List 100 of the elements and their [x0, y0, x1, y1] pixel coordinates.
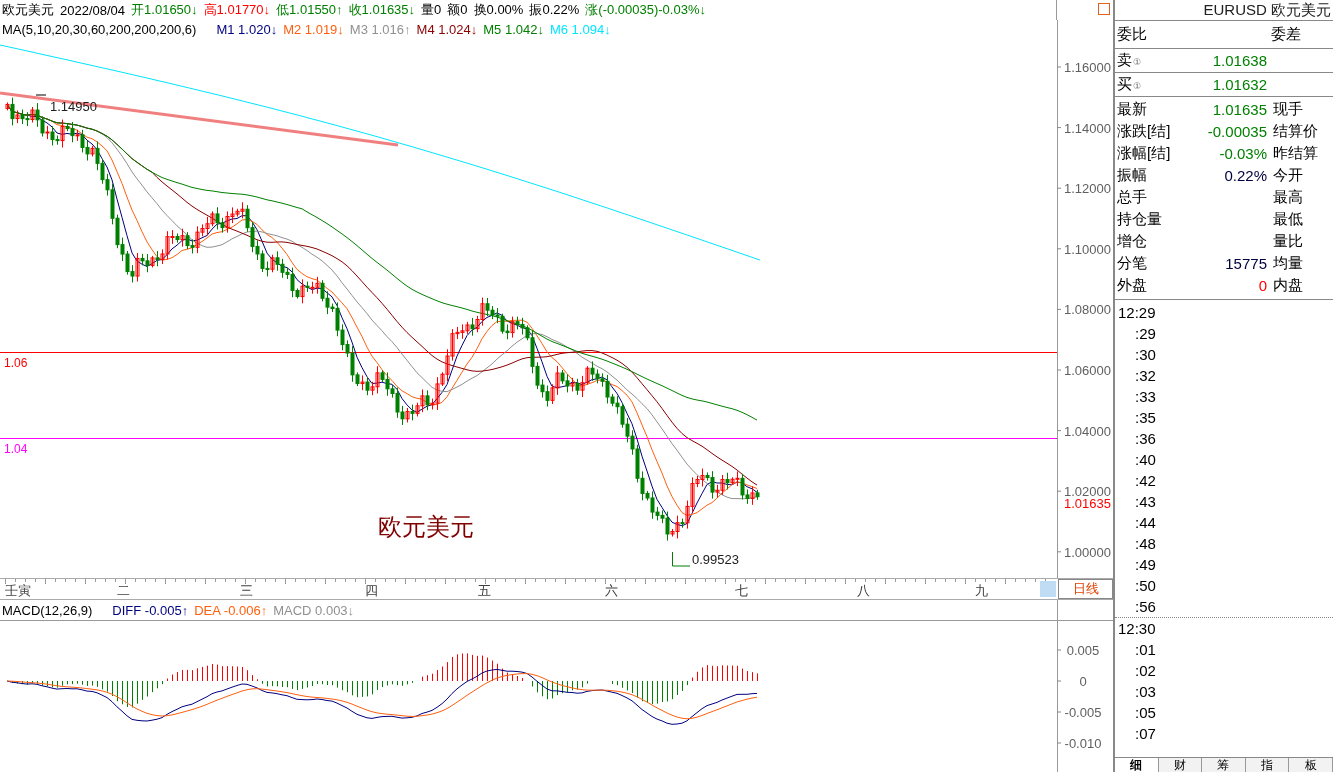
field-label: 最低 — [1273, 209, 1304, 229]
instrument-name: 欧元美元 — [2, 1, 54, 19]
macd-legend-item: MACD 0.003↓ — [273, 602, 355, 618]
time-axis-label: 七 — [735, 583, 748, 598]
leader-line — [672, 551, 691, 567]
field-value: -0.03% — [1218, 144, 1268, 162]
field-label: 增仓 — [1117, 231, 1148, 251]
field-label: 内盘 — [1273, 275, 1304, 295]
tick-time: :43 — [1134, 492, 1157, 512]
field-label: 委差 — [1271, 25, 1302, 44]
period-button[interactable]: 日线 — [1058, 579, 1113, 599]
field-label: 分笔 — [1117, 253, 1148, 273]
tick-time: :05 — [1134, 703, 1157, 723]
ma-legend-item: M3 1.016↑ — [349, 21, 411, 37]
field-label: 今开 — [1273, 165, 1304, 185]
tick-time: :03 — [1134, 682, 1157, 702]
time-axis-label: 九 — [975, 583, 988, 598]
scroll-handle[interactable] — [1040, 581, 1056, 597]
panel-tab[interactable]: 细 — [1115, 758, 1159, 772]
field-label: 买 — [1117, 75, 1132, 92]
circled-number-label: ① — [1133, 81, 1142, 91]
tick-time: :32 — [1134, 366, 1157, 386]
ma-legend-item: M6 1.094↓ — [549, 21, 611, 37]
macd-legend-item: DIFF -0.005↑ — [112, 602, 189, 618]
circled-number-label: ① — [1133, 57, 1142, 67]
time-axis-label: 三 — [240, 583, 253, 598]
quote-field: 高1.01770↓ — [203, 1, 271, 19]
tick-time: :33 — [1134, 387, 1157, 407]
ma-legend-item: M4 1.024↓ — [416, 21, 478, 37]
field-label: 昨结算 — [1273, 143, 1319, 163]
field-value: 1.01635 — [1211, 100, 1268, 118]
ma-legend-item: M5 1.042↓ — [483, 21, 544, 37]
price-axis-label: 1.08000 — [1064, 302, 1111, 318]
field-value: -0.00035 — [1206, 122, 1268, 140]
field-label: 最高 — [1273, 187, 1304, 207]
field-label: 结算价 — [1273, 121, 1319, 141]
time-axis-label: 六 — [605, 583, 618, 598]
tick-time: :30 — [1134, 345, 1157, 365]
macd-axis-label: 0.005 — [1066, 643, 1100, 658]
tick-time: :36 — [1134, 429, 1157, 449]
tick-time: :44 — [1134, 513, 1157, 533]
quote-field: 收1.01635↓ — [348, 1, 416, 19]
tick-time: :07 — [1134, 724, 1157, 744]
field-value: 15775 — [1224, 254, 1268, 272]
window-toggle-icon[interactable] — [1098, 3, 1110, 15]
ma-legend-item: M1 1.020↓ — [216, 21, 278, 37]
level-label: 1.04 — [4, 442, 28, 456]
field-label: 最新 — [1117, 99, 1148, 119]
ma-legend-item: M2 1.019↓ — [283, 21, 344, 37]
quote-field: 量0 — [421, 1, 442, 19]
price-axis-label: 1.16000 — [1064, 60, 1111, 75]
time-axis-label: 壬寅 — [5, 583, 31, 598]
date-label: 2022/08/04 — [60, 2, 126, 18]
macd-axis-label: -0.005 — [1064, 705, 1102, 720]
quote-field: 涨(-0.00035)-0.03%↓ — [585, 1, 706, 19]
macd-legend-item: DEA -0.006↑ — [194, 602, 268, 618]
field-value: 0 — [1257, 276, 1268, 294]
high-price-label: 1.14950 — [50, 99, 97, 114]
tick-time: :48 — [1134, 534, 1157, 554]
tick-time: :42 — [1134, 471, 1157, 491]
field-label: 现手 — [1273, 99, 1304, 119]
time-axis-label: 二 — [117, 583, 130, 598]
price-axis-label: 1.10000 — [1064, 241, 1111, 257]
field-label: 持仓量 — [1117, 209, 1163, 229]
field-value: 0.22% — [1223, 166, 1268, 184]
price-axis-label: 1.14000 — [1064, 120, 1111, 136]
low-price-label: 0.99523 — [692, 552, 739, 567]
tick-time: :50 — [1134, 576, 1157, 596]
field-label: 涨跌[结] — [1117, 121, 1172, 141]
macd-axis-label: 0 — [1079, 674, 1087, 689]
quote-field: 低1.01550↑ — [276, 1, 343, 19]
quote-field: 额0 — [447, 1, 468, 19]
tick-time: 12:30 — [1117, 619, 1157, 639]
quote-field: 振0.22% — [529, 1, 580, 19]
field-label: 外盘 — [1117, 275, 1148, 295]
time-axis-label: 五 — [478, 583, 491, 598]
high-marker — [35, 94, 47, 96]
instrument-title: EURUSD 欧元美元 — [1115, 0, 1333, 21]
tick-time: :01 — [1134, 640, 1157, 660]
quote-field: 换0.00% — [473, 1, 524, 19]
field-label: 振幅 — [1117, 165, 1148, 185]
field-label: 委比 — [1117, 25, 1147, 44]
indicator-title: MACD(12,26,9) — [2, 602, 93, 618]
price-axis-label: 1.12000 — [1064, 181, 1111, 197]
tick-time: :02 — [1134, 661, 1157, 681]
time-axis-label: 四 — [365, 583, 378, 598]
price-axis-label: 1.06000 — [1064, 363, 1111, 378]
tick-time: :56 — [1134, 597, 1157, 617]
tick-time: :29 — [1134, 324, 1157, 344]
field-label: 卖 — [1117, 51, 1132, 68]
indicator-title: MA(5,10,20,30,60,200,200,200,6) — [2, 21, 197, 37]
field-value: 1.01632 — [1211, 76, 1268, 93]
tick-time: :35 — [1134, 408, 1157, 428]
macd-axis-label: -0.010 — [1064, 736, 1102, 751]
field-label: 均量 — [1273, 253, 1304, 273]
tick-time: :49 — [1134, 555, 1157, 575]
chart-title: 欧元美元 — [378, 513, 474, 540]
tick-time: :40 — [1134, 450, 1157, 470]
time-axis-label: 八 — [857, 583, 870, 598]
price-axis-label: 1.04000 — [1064, 423, 1111, 439]
